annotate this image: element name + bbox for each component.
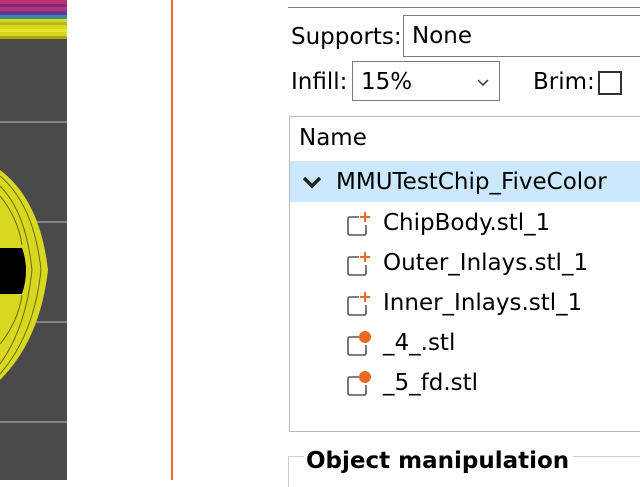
- list-item-part[interactable]: _4_.stl: [290, 323, 640, 363]
- viewport-sidebar-area: [67, 0, 172, 480]
- list-item-label: Outer_Inlays.stl_1: [383, 250, 589, 276]
- panel-splitter[interactable]: [171, 0, 173, 480]
- object-list[interactable]: Name MMUTestChip_FiveColor ChipBody.stl_…: [289, 116, 640, 432]
- supports-value: None: [412, 23, 473, 49]
- infill-combo[interactable]: 15%: [352, 61, 500, 101]
- part-plus-icon: [347, 212, 370, 236]
- list-item-object[interactable]: MMUTestChip_FiveColor: [290, 162, 640, 202]
- list-item-label: ChipBody.stl_1: [383, 210, 551, 236]
- part-plus-icon: [347, 292, 370, 316]
- infill-label: Infill:: [291, 69, 348, 95]
- brim-label: Brim:: [533, 69, 595, 95]
- panel-gap: [174, 0, 274, 480]
- 3d-viewport[interactable]: [0, 0, 67, 480]
- part-plus-icon: [347, 252, 370, 276]
- list-item-label: MMUTestChip_FiveColor: [336, 169, 607, 195]
- section-title: Object manipulation: [304, 448, 574, 474]
- list-item-label: _5_fd.stl: [383, 370, 479, 396]
- object-list-header[interactable]: Name: [290, 117, 640, 161]
- list-item-part[interactable]: Inner_Inlays.stl_1: [290, 283, 640, 323]
- top-control-edge: [288, 0, 640, 8]
- supports-label: Supports:: [291, 24, 402, 50]
- part-dot-icon: [347, 331, 371, 356]
- list-item-label: _4_.stl: [383, 330, 456, 356]
- supports-combo[interactable]: None: [403, 15, 640, 57]
- brim-checkbox[interactable]: [598, 71, 622, 95]
- model-preview: [0, 0, 67, 480]
- column-header-name: Name: [299, 125, 367, 151]
- chevron-down-icon: [477, 79, 489, 87]
- list-item-part[interactable]: Outer_Inlays.stl_1: [290, 243, 640, 283]
- chevron-down-icon[interactable]: [300, 170, 324, 194]
- part-dot-icon: [347, 371, 371, 396]
- list-item-part[interactable]: _5_fd.stl: [290, 363, 640, 403]
- list-item-label: Inner_Inlays.stl_1: [383, 290, 583, 316]
- infill-value: 15%: [361, 69, 413, 95]
- list-item-part[interactable]: ChipBody.stl_1: [290, 203, 640, 243]
